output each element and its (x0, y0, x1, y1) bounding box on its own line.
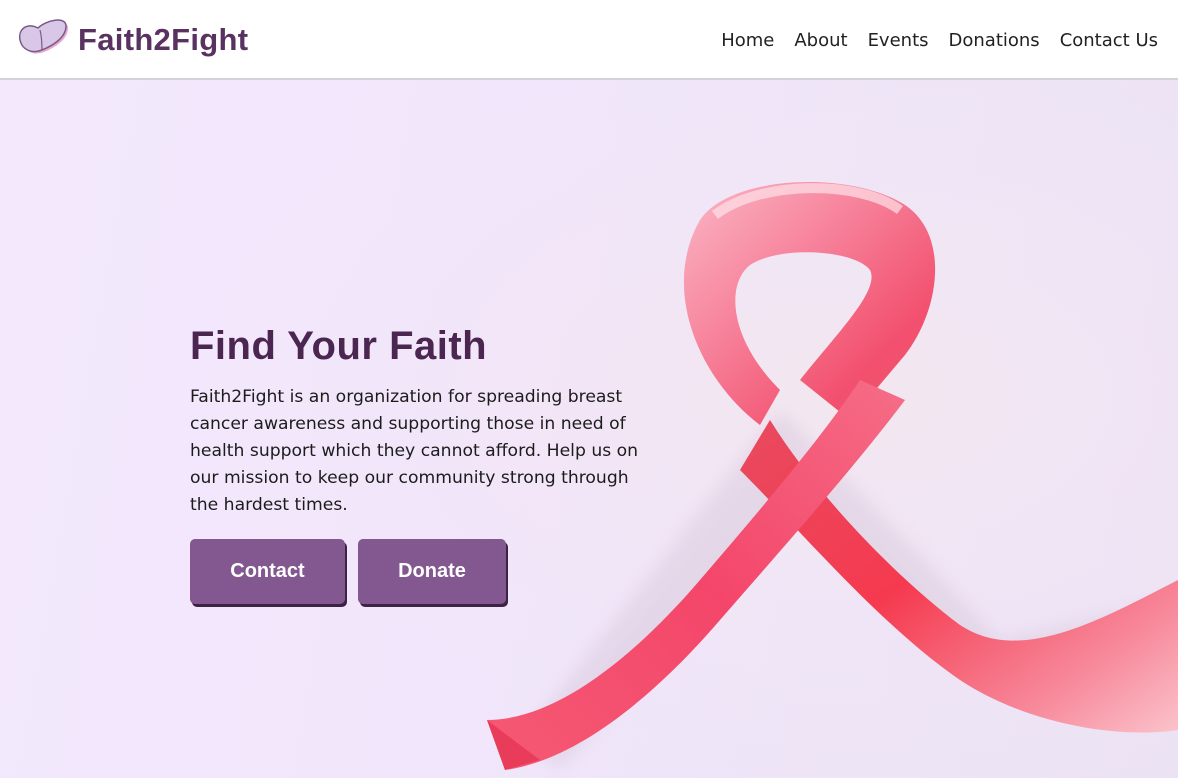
brand-name: Faith2Fight (78, 22, 249, 57)
nav-link-events[interactable]: Events (868, 28, 929, 54)
top-navbar: Faith2Fight Home About Events Donations … (0, 0, 1178, 80)
hero-button-row: Contact Donate (190, 539, 660, 604)
contact-button[interactable]: Contact (190, 539, 345, 604)
nav-link-contact-us[interactable]: Contact Us (1060, 28, 1158, 54)
nav-link-home[interactable]: Home (721, 28, 774, 54)
brand[interactable]: Faith2Fight (18, 16, 248, 64)
nav-link-donations[interactable]: Donations (949, 28, 1040, 54)
butterfly-icon (18, 19, 69, 54)
hero-section: Find Your Faith Faith2Fight is an organi… (0, 80, 1178, 778)
hero-description: Faith2Fight is an organization for sprea… (190, 387, 639, 515)
donate-button[interactable]: Donate (358, 539, 506, 604)
nav-link-about[interactable]: About (794, 28, 847, 54)
hero-title: Find Your Faith (190, 324, 488, 368)
hero-content: Find Your Faith Faith2Fight is an organi… (190, 322, 660, 604)
main-nav: Home About Events Donations Contact Us (701, 28, 1158, 54)
